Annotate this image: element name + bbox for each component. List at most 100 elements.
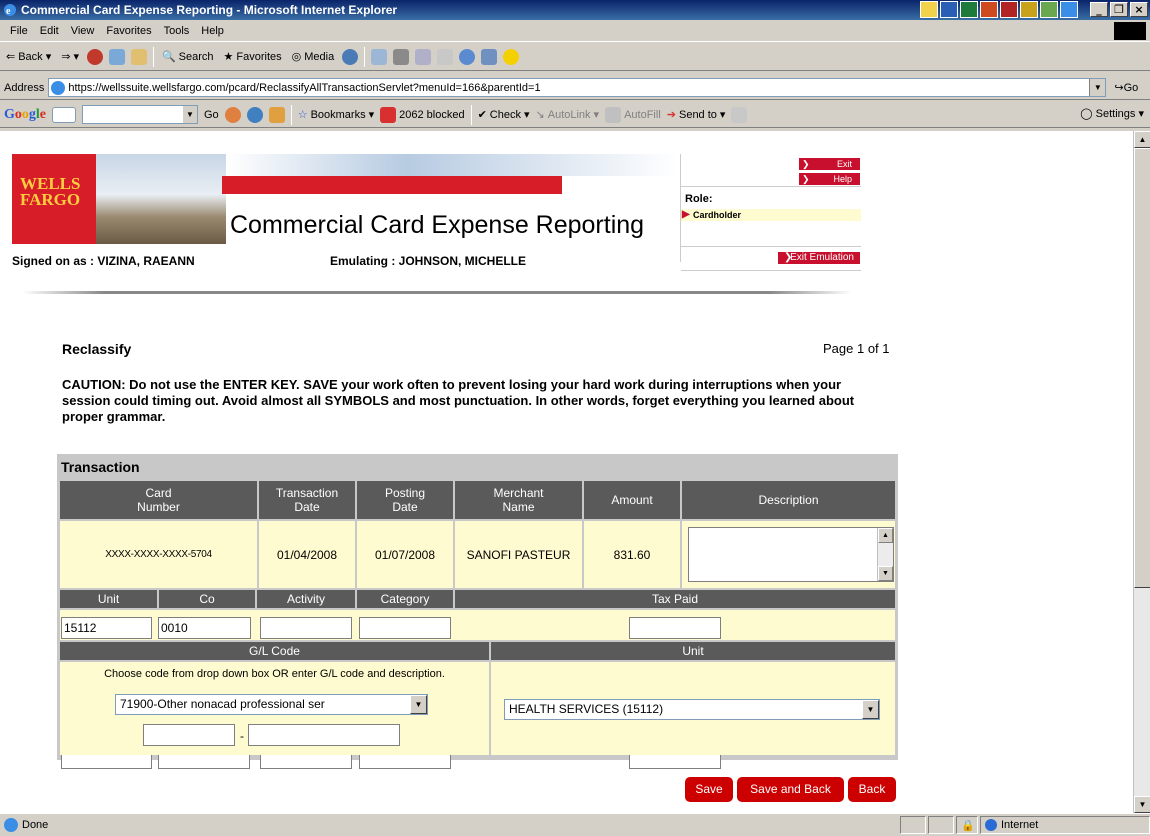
description-scrollbar[interactable]: ▲ ▼ [877, 528, 893, 581]
google-news-icon[interactable] [224, 106, 241, 123]
address-url: https://wellssuite.wellsfargo.com/pcard/… [68, 81, 541, 94]
media-button[interactable]: ◎ Media [290, 50, 337, 64]
minimize-button[interactable]: _ [1090, 2, 1108, 17]
bookmarks-button[interactable]: ☆ Bookmarks ▾ [298, 108, 374, 122]
status-pane [928, 816, 954, 834]
tax-paid-field[interactable] [629, 617, 721, 639]
google-pagerank-icon[interactable] [246, 106, 263, 123]
close-button[interactable]: × [1130, 2, 1148, 17]
autofill-icon [605, 106, 622, 123]
settings-button[interactable]: ◯ Settings ▾ [1080, 107, 1144, 120]
emulating-label: Emulating : JOHNSON, MICHELLE [330, 254, 527, 268]
scroll-up-icon[interactable]: ▲ [1134, 131, 1150, 148]
go-button[interactable]: ↪Go [1114, 81, 1138, 94]
menu-favorites[interactable]: Favorites [100, 25, 157, 37]
gl-code-select[interactable]: 71900-Other nonacad professional ser ▼ [115, 694, 428, 715]
messenger-toolbar-icon[interactable] [459, 48, 476, 65]
scroll-down-icon[interactable]: ▼ [1134, 796, 1150, 813]
status-text: Done [0, 818, 48, 832]
popup-blocker-button[interactable]: 2062 blocked [380, 106, 465, 123]
mail-icon[interactable] [371, 48, 388, 65]
page-icon [51, 80, 66, 95]
google-go-button[interactable]: Go [204, 109, 219, 121]
highlighter-icon[interactable] [731, 106, 748, 123]
role-label: Role: [685, 193, 713, 205]
google-search-input[interactable]: ▼ [82, 105, 198, 124]
menu-tools[interactable]: Tools [158, 25, 196, 37]
address-dropdown-icon[interactable]: ▼ [1089, 79, 1106, 96]
google-options-icon[interactable] [268, 106, 285, 123]
favorites-icon: ★ [223, 51, 234, 63]
back-button-page[interactable]: Back [848, 777, 896, 802]
google-search-dropdown-icon[interactable]: ▼ [183, 106, 197, 123]
research-icon[interactable] [481, 48, 498, 65]
google-g-icon[interactable] [52, 106, 76, 123]
gl-dropdown-icon[interactable]: ▼ [410, 695, 427, 714]
excel-icon[interactable] [960, 1, 978, 18]
home-icon[interactable] [130, 48, 147, 65]
discuss-icon[interactable] [437, 48, 454, 65]
address-input[interactable]: https://wellssuite.wellsfargo.com/pcard/… [48, 78, 1107, 97]
back-button[interactable]: ⇐ Back ▾ [4, 50, 53, 64]
pen-icon[interactable] [1000, 1, 1018, 18]
gl-code-input[interactable] [143, 724, 235, 746]
taskbar-app-icons [920, 1, 1078, 18]
activity-field[interactable] [260, 617, 352, 639]
powerpoint-icon[interactable] [980, 1, 998, 18]
spellcheck-icon: ✔ [477, 109, 487, 121]
menu-edit[interactable]: Edit [34, 25, 65, 37]
print-icon[interactable] [393, 48, 410, 65]
forward-button[interactable]: ⇒ ▾ [59, 50, 81, 63]
title-bar: e Commercial Card Expense Reporting - Mi… [0, 0, 1150, 20]
save-and-back-button[interactable]: Save and Back [737, 777, 844, 802]
media-icon: ◎ [291, 51, 302, 63]
spell-check-button[interactable]: ✔ Check ▾ [477, 108, 530, 122]
edit-icon[interactable] [415, 48, 432, 65]
standard-toolbar: ⇐ Back ▾ ⇒ ▾ 🔍 Search ★ Favorites ◎ Media [0, 43, 1150, 71]
restore-button[interactable]: ❐ [1110, 2, 1128, 17]
scroll-up-icon[interactable]: ▲ [878, 528, 893, 543]
ie-icon: e [4, 4, 16, 17]
lock-pane: 🔒 [956, 816, 978, 834]
window-title: Commercial Card Expense Reporting - Micr… [21, 3, 398, 17]
gl-description-input[interactable] [248, 724, 400, 746]
save-button[interactable]: Save [685, 777, 733, 802]
menu-file[interactable]: File [4, 25, 34, 37]
scrollbar-thumb[interactable] [1134, 148, 1150, 588]
status-pane [900, 816, 926, 834]
publisher-icon[interactable] [1020, 1, 1038, 18]
unit-select[interactable]: HEALTH SERVICES (15112) ▼ [504, 699, 880, 720]
word-icon[interactable] [940, 1, 958, 18]
role-value[interactable]: ▶ Cardholder [681, 209, 861, 221]
windows-logo-icon [1114, 22, 1146, 40]
address-label: Address [4, 81, 45, 94]
internet-zone-icon [985, 819, 997, 831]
page-scrollbar[interactable]: ▲ ▼ [1133, 131, 1150, 813]
stop-icon[interactable] [86, 48, 103, 65]
favorites-button[interactable]: ★ Favorites [222, 50, 284, 64]
send-to-button[interactable]: ➔ Send to ▾ [667, 108, 726, 122]
help-link[interactable]: ❯ Help [799, 173, 860, 185]
menu-view[interactable]: View [65, 25, 101, 37]
history-icon[interactable] [342, 48, 359, 65]
refresh-icon[interactable] [108, 48, 125, 65]
autolink-button[interactable]: ↘ AutoLink ▾ [536, 108, 600, 122]
smiley-icon[interactable] [503, 48, 520, 65]
description-textarea[interactable]: ▲ ▼ [688, 527, 894, 582]
unit-dropdown-icon[interactable]: ▼ [862, 700, 879, 719]
search-button[interactable]: 🔍 Search [160, 50, 216, 64]
ie-shortcut-icon[interactable] [1060, 1, 1078, 18]
app-icon[interactable] [920, 1, 938, 18]
autofill-button[interactable]: AutoFill [605, 106, 661, 123]
exit-link[interactable]: ❯ Exit [799, 158, 860, 170]
category-field[interactable] [359, 617, 451, 639]
exit-emulation-button[interactable]: ❯ Exit Emulation [778, 252, 860, 264]
unit-field[interactable]: 15112 [61, 617, 152, 639]
co-field[interactable]: 0010 [158, 617, 251, 639]
menu-help[interactable]: Help [195, 25, 230, 37]
header-transaction-date: Transaction Date [259, 481, 355, 519]
header-divider [22, 291, 852, 294]
forward-arrow-icon: ⇒ [61, 51, 71, 63]
scroll-down-icon[interactable]: ▼ [878, 566, 893, 581]
messenger-icon[interactable] [1040, 1, 1058, 18]
